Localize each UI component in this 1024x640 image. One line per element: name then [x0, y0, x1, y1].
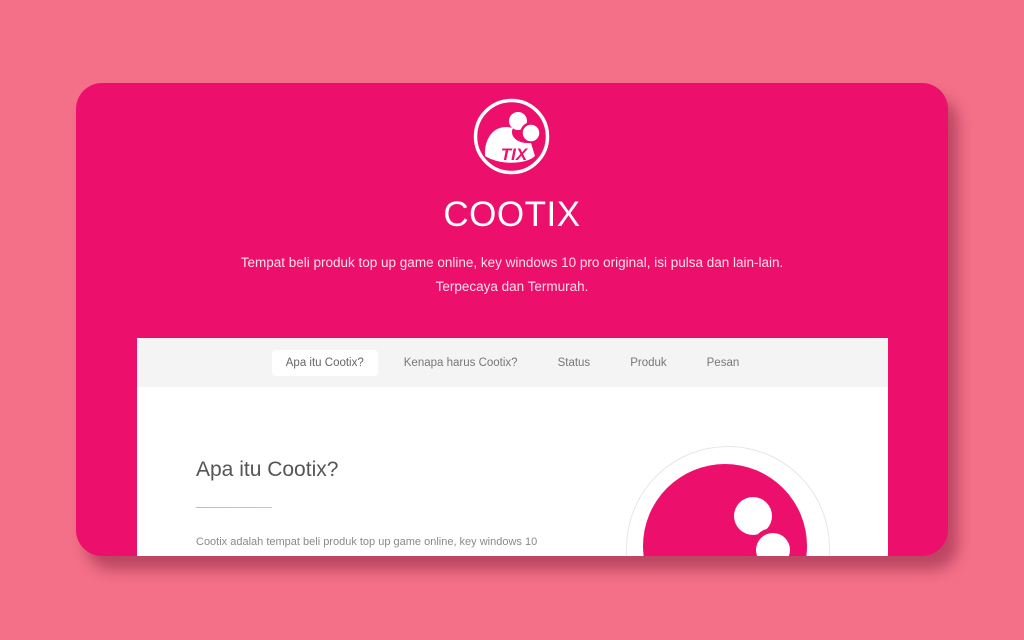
cootix-logo-icon: TIX [473, 98, 550, 175]
tagline-line-2: Terpecaya dan Termurah. [435, 279, 589, 294]
tagline: Tempat beli produk top up game online, k… [76, 251, 948, 299]
cootix-large-logo-icon [643, 464, 807, 556]
nav-item-apa-itu-cootix[interactable]: Apa itu Cootix? [271, 349, 378, 376]
content-panel: Apa itu Cootix? Kenapa harus Cootix? Sta… [137, 338, 888, 556]
nav-item-produk[interactable]: Produk [616, 350, 680, 376]
title-divider [196, 507, 272, 508]
browser-frame: TIX COOTIX Tempat beli produk top up gam… [76, 83, 948, 556]
nav-item-kenapa-harus-cootix[interactable]: Kenapa harus Cootix? [390, 350, 532, 376]
section-title: Apa itu Cootix? [196, 458, 339, 481]
nav-bar: Apa itu Cootix? Kenapa harus Cootix? Sta… [137, 338, 888, 387]
site-title: COOTIX [443, 195, 581, 234]
section-body: Cootix adalah tempat beli produk top up … [196, 536, 538, 548]
nav-item-status[interactable]: Status [544, 350, 605, 376]
logo-text: TIX [501, 145, 529, 164]
nav-item-pesan[interactable]: Pesan [693, 350, 754, 376]
tagline-line-1: Tempat beli produk top up game online, k… [240, 255, 784, 270]
